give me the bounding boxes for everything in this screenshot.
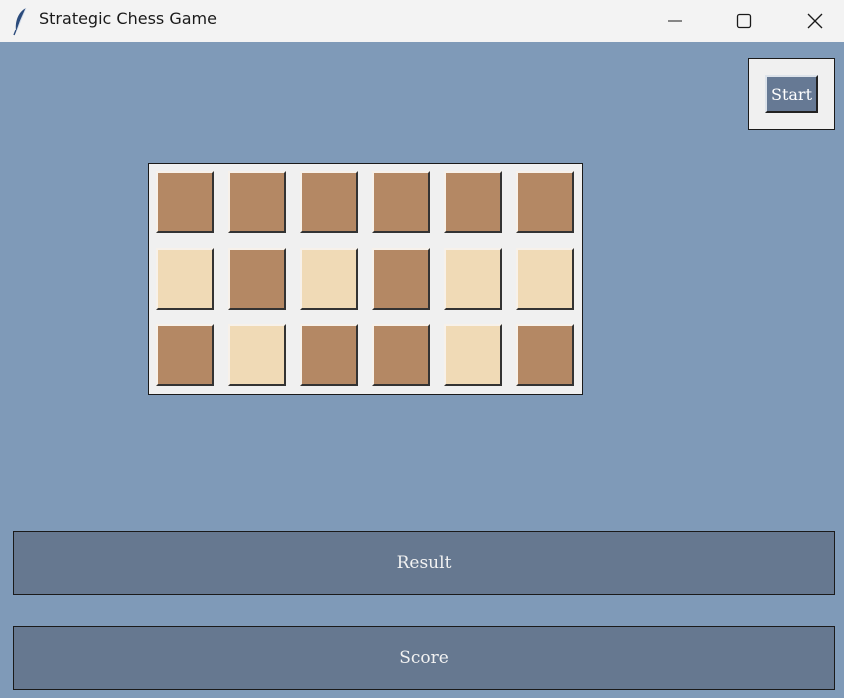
- board-square-r2-c6[interactable]: [516, 247, 574, 310]
- close-icon: [807, 13, 823, 29]
- board-square-r3-c2[interactable]: [228, 324, 286, 386]
- window-title: Strategic Chess Game: [39, 9, 217, 28]
- title-bar: Strategic Chess Game: [0, 0, 844, 42]
- start-panel: Start: [748, 58, 835, 130]
- game-board: [148, 163, 583, 395]
- board-square-r1-c5[interactable]: [444, 171, 502, 233]
- board-square-r2-c3[interactable]: [300, 247, 358, 310]
- main-window-area: Start Result Score: [0, 42, 844, 698]
- maximize-icon: [736, 13, 752, 29]
- board-square-r1-c3[interactable]: [300, 171, 358, 233]
- board-square-r3-c5[interactable]: [444, 324, 502, 386]
- maximize-button[interactable]: [721, 0, 767, 42]
- close-button[interactable]: [792, 0, 838, 42]
- board-square-r3-c6[interactable]: [516, 324, 574, 386]
- board-square-r3-c3[interactable]: [300, 324, 358, 386]
- start-button[interactable]: Start: [765, 75, 818, 113]
- minimize-icon: [668, 20, 682, 22]
- board-square-r3-c1[interactable]: [156, 324, 214, 386]
- score-display: Score: [13, 626, 835, 690]
- minimize-button[interactable]: [652, 0, 698, 42]
- board-square-r1-c4[interactable]: [372, 171, 430, 233]
- result-display: Result: [13, 531, 835, 595]
- board-square-r3-c4[interactable]: [372, 324, 430, 386]
- board-square-r1-c1[interactable]: [156, 171, 214, 233]
- feather-icon: [13, 7, 27, 36]
- board-square-r2-c2[interactable]: [228, 247, 286, 310]
- board-square-r2-c4[interactable]: [372, 247, 430, 310]
- board-square-r2-c1[interactable]: [156, 247, 214, 310]
- board-square-r1-c2[interactable]: [228, 171, 286, 233]
- board-square-r2-c5[interactable]: [444, 247, 502, 310]
- board-square-r1-c6[interactable]: [516, 171, 574, 233]
